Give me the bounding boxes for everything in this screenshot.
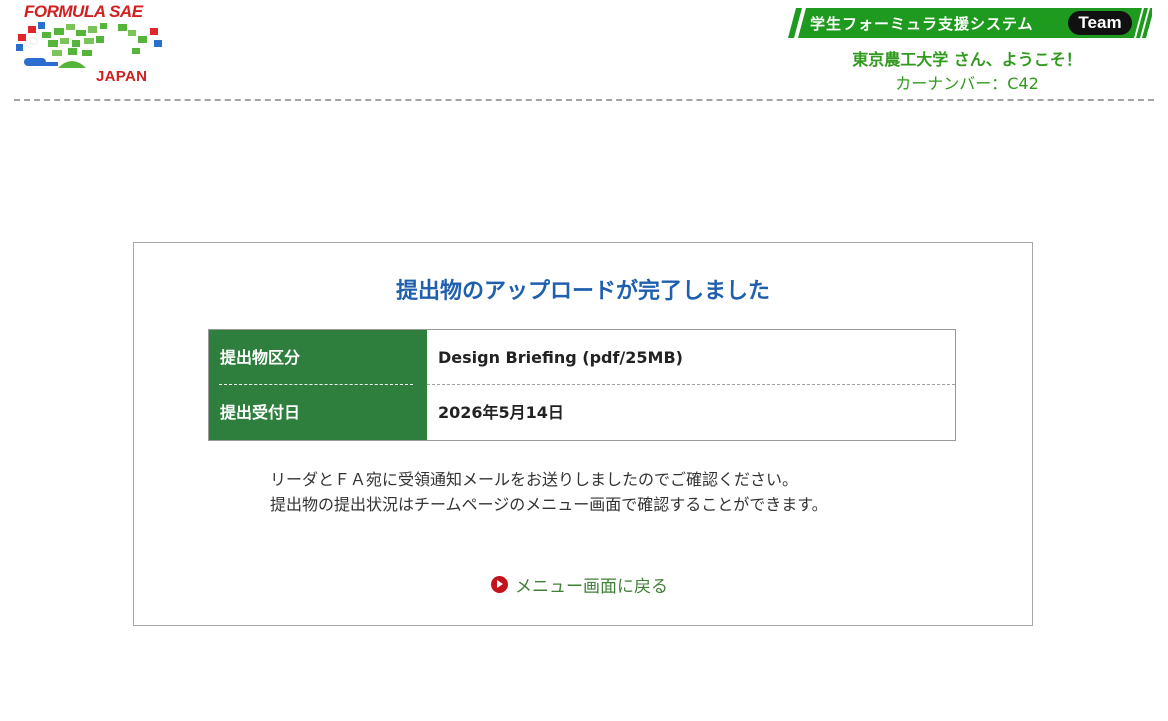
page: FORMULA SAE JAPAN 学生フォーミュラ支援システム Team 東京… [0,0,1168,721]
notice-text: リーダとＦＡ宛に受領通知メールをお送りしましたのでご確認ください。 提出物の提出… [270,467,970,517]
completion-panel: 提出物のアップロードが完了しました 提出物区分 Design Briefing … [133,242,1033,626]
table-row: 提出物区分 Design Briefing (pdf/25MB) [209,330,955,385]
row-label-received-date: 提出受付日 [209,385,427,440]
logo-title: FORMULA SAE [24,2,143,21]
system-banner: 学生フォーミュラ支援システム Team [782,8,1152,38]
row-label-submission-type: 提出物区分 [209,330,427,385]
logo-subtitle: JAPAN [96,68,148,85]
logo-artwork-icon [16,22,162,68]
system-name: 学生フォーミュラ支援システム [810,15,1034,33]
row-value-received-date: 2026年5月14日 [438,403,564,422]
car-number: カーナンバー：C42 [895,74,1039,93]
play-circle-icon [491,575,508,593]
back-to-menu-link[interactable]: メニュー画面に戻る [491,573,668,597]
fsae-japan-logo[interactable]: FORMULA SAE JAPAN [14,2,166,86]
notice-line-1: リーダとＦＡ宛に受領通知メールをお送りしましたのでご確認ください。 [270,470,799,489]
submission-info-table: 提出物区分 Design Briefing (pdf/25MB) 提出受付日 2… [208,329,956,441]
back-to-menu-label: メニュー画面に戻る [515,576,668,597]
team-badge: Team [1068,11,1132,35]
table-row: 提出受付日 2026年5月14日 [209,385,955,440]
welcome-message: 東京農工大学 さん、ようこそ！ [852,50,1082,69]
page-title: 提出物のアップロードが完了しました [395,279,770,304]
notice-line-2: 提出物の提出状況はチームページのメニュー画面で確認することができます。 [270,495,828,514]
header: FORMULA SAE JAPAN 学生フォーミュラ支援システム Team 東京… [0,0,1168,102]
row-value-submission-type: Design Briefing (pdf/25MB) [427,330,955,385]
header-divider [14,99,1154,101]
